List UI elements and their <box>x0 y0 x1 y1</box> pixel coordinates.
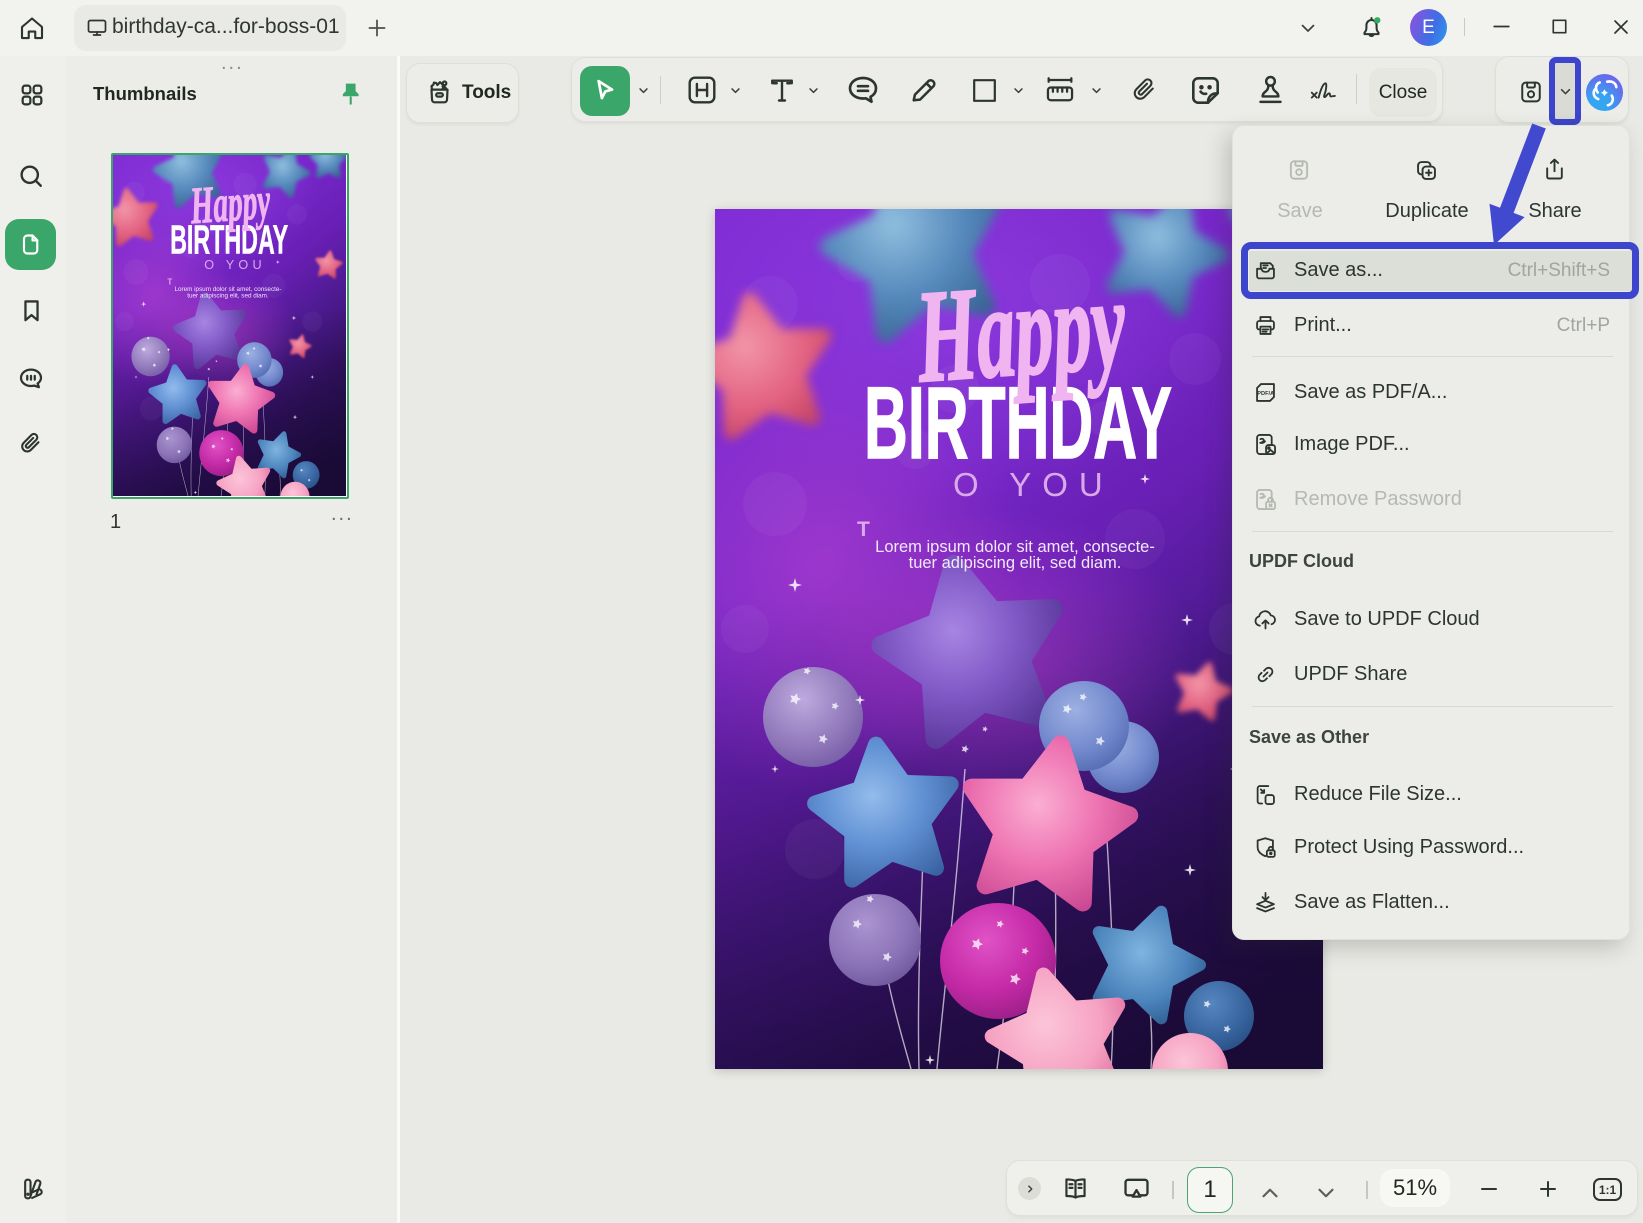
svg-text:tuer adipiscing elit, sed diam: tuer adipiscing elit, sed diam. <box>909 554 1122 572</box>
svg-text:PDF/A: PDF/A <box>1257 391 1274 397</box>
svg-text:O YOU: O YOU <box>953 466 1114 503</box>
svg-text:T: T <box>167 278 172 287</box>
svg-text:T: T <box>857 518 870 541</box>
svg-text:O YOU: O YOU <box>204 257 266 272</box>
svg-text:tuer adipiscing elit, sed diam: tuer adipiscing elit, sed diam. <box>187 292 269 299</box>
svg-text:Happy: Happy <box>188 172 272 236</box>
svg-text:Happy: Happy <box>911 251 1130 411</box>
